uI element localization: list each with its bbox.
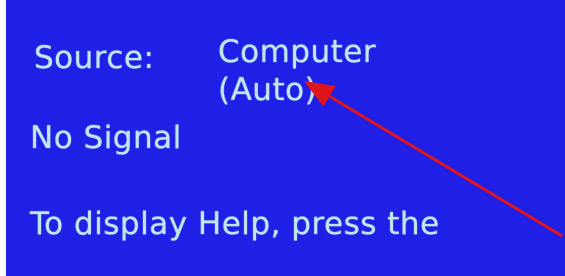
source-label: Source: [34, 40, 155, 76]
source-mode: (Auto) [218, 72, 318, 108]
projector-status-screen: Source: Computer (Auto) No Signal To dis… [0, 0, 565, 276]
signal-status: No Signal [30, 120, 182, 156]
source-value: Computer [218, 34, 377, 70]
screen-left-border [0, 0, 6, 276]
help-instruction-text: To display Help, press the [30, 206, 440, 242]
